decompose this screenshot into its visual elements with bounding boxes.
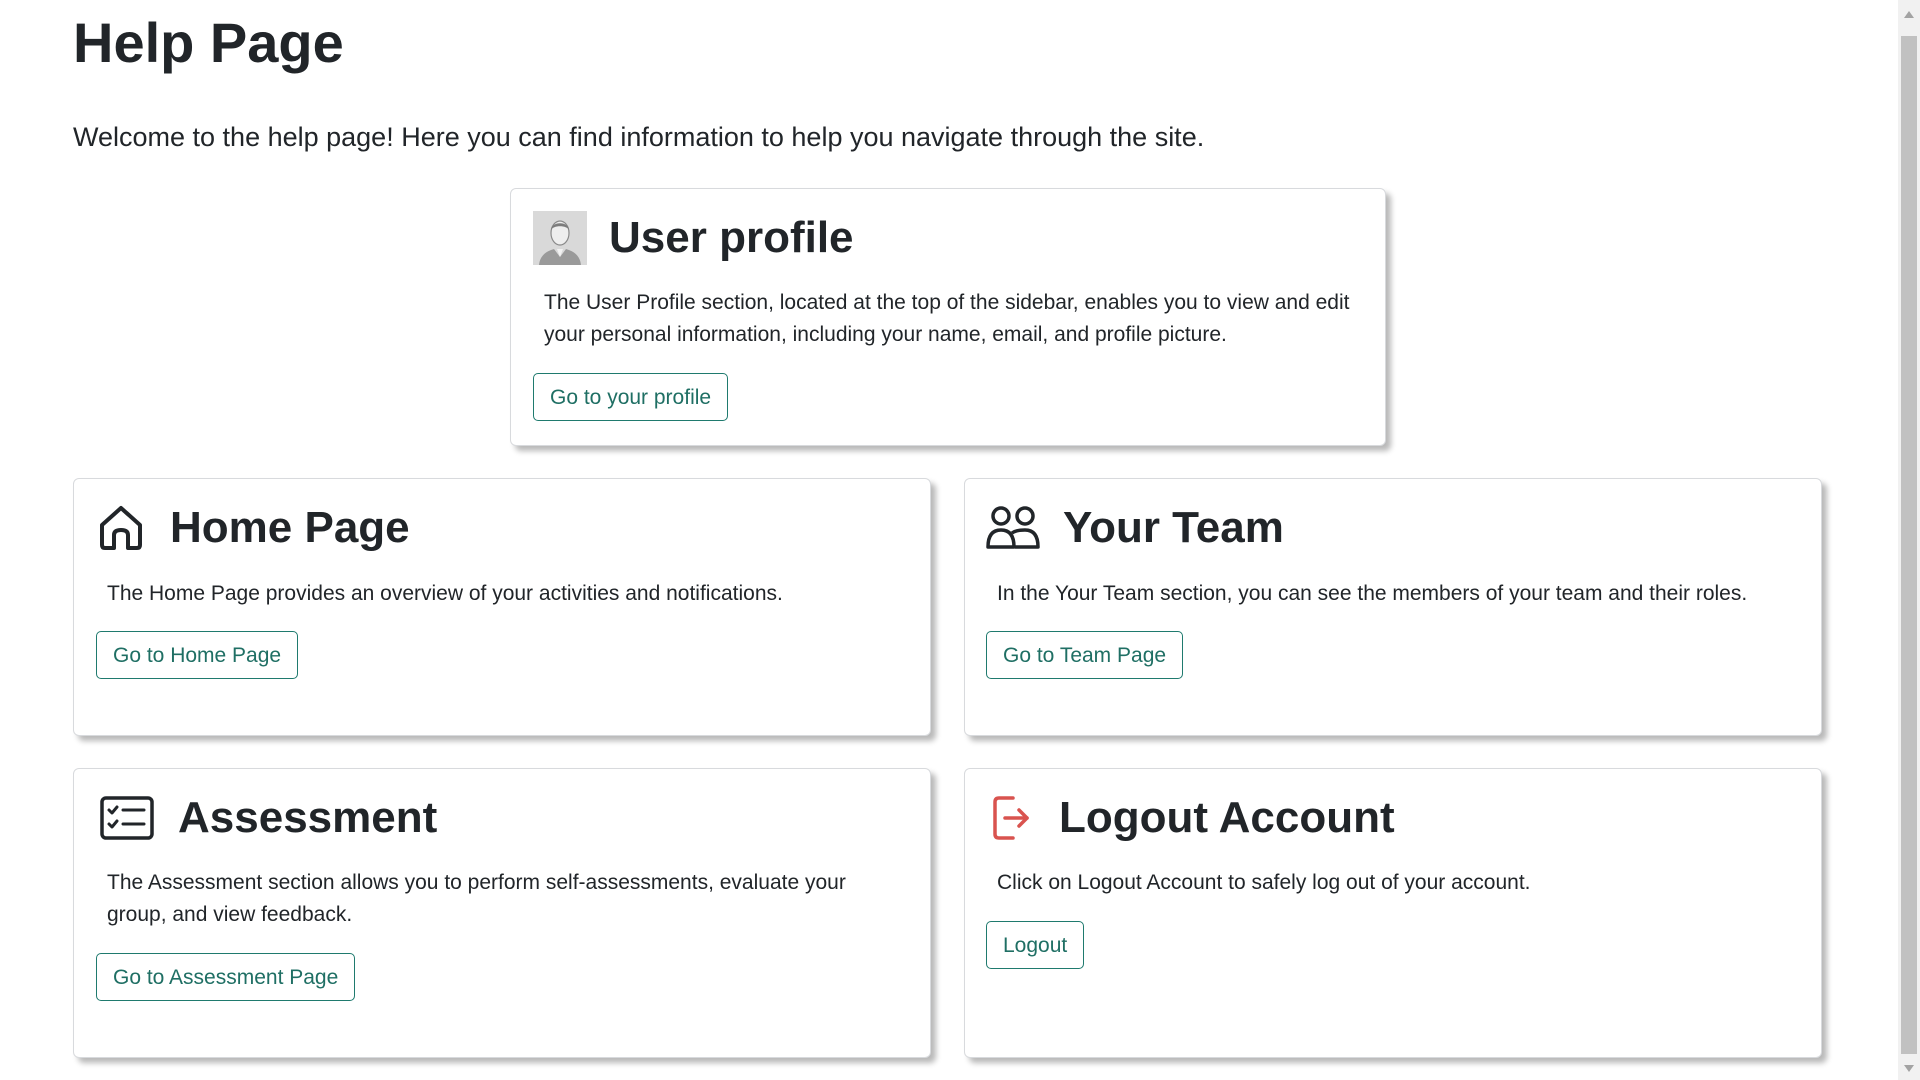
scroll-down-arrow-icon[interactable] <box>1898 1058 1920 1078</box>
user-profile-description: The User Profile section, located at the… <box>544 291 1350 346</box>
user-avatar-icon <box>533 211 587 265</box>
help-page: Help Page Welcome to the help page! Here… <box>0 0 1898 1080</box>
home-page-card-header: Home Page <box>96 501 410 555</box>
logout-account-title: Logout Account <box>1059 793 1395 842</box>
checklist-icon <box>100 796 154 840</box>
your-team-description: In the Your Team section, you can see th… <box>997 582 1748 605</box>
assessment-card: Assessment The Assessment section allows… <box>73 768 931 1058</box>
house-icon <box>96 503 146 553</box>
page-intro: Welcome to the help page! Here you can f… <box>73 122 1205 152</box>
people-icon <box>985 503 1041 553</box>
go-to-team-page-button[interactable]: Go to Team Page <box>986 631 1184 679</box>
assessment-description: The Assessment section allows you to per… <box>107 871 846 926</box>
logout-icon <box>991 794 1033 842</box>
your-team-card: Your Team In the Your Team section, you … <box>964 478 1822 736</box>
your-team-card-header: Your Team <box>985 501 1284 555</box>
user-profile-card-header: User profile <box>533 211 854 265</box>
go-to-assessment-page-button[interactable]: Go to Assessment Page <box>96 953 356 1001</box>
logout-account-description: Click on Logout Account to safely log ou… <box>997 871 1531 894</box>
page-title: Help Page <box>73 11 344 74</box>
vertical-scrollbar[interactable] <box>1898 0 1920 1080</box>
scrollbar-thumb[interactable] <box>1901 36 1917 1054</box>
logout-account-card-header: Logout Account <box>991 791 1395 845</box>
home-page-title: Home Page <box>170 503 410 552</box>
logout-account-card: Logout Account Click on Logout Account t… <box>964 768 1822 1058</box>
assessment-card-header: Assessment <box>100 791 437 845</box>
scroll-up-arrow-icon[interactable] <box>1898 4 1920 24</box>
your-team-title: Your Team <box>1063 503 1284 552</box>
user-profile-title: User profile <box>609 213 854 262</box>
user-profile-card: User profile The User Profile section, l… <box>510 188 1386 446</box>
home-page-description: The Home Page provides an overview of yo… <box>107 582 783 605</box>
home-page-card: Home Page The Home Page provides an over… <box>73 478 931 736</box>
logout-button[interactable]: Logout <box>986 921 1085 969</box>
go-to-profile-button[interactable]: Go to your profile <box>533 373 729 421</box>
go-to-home-page-button[interactable]: Go to Home Page <box>96 631 299 679</box>
assessment-title: Assessment <box>178 793 438 842</box>
